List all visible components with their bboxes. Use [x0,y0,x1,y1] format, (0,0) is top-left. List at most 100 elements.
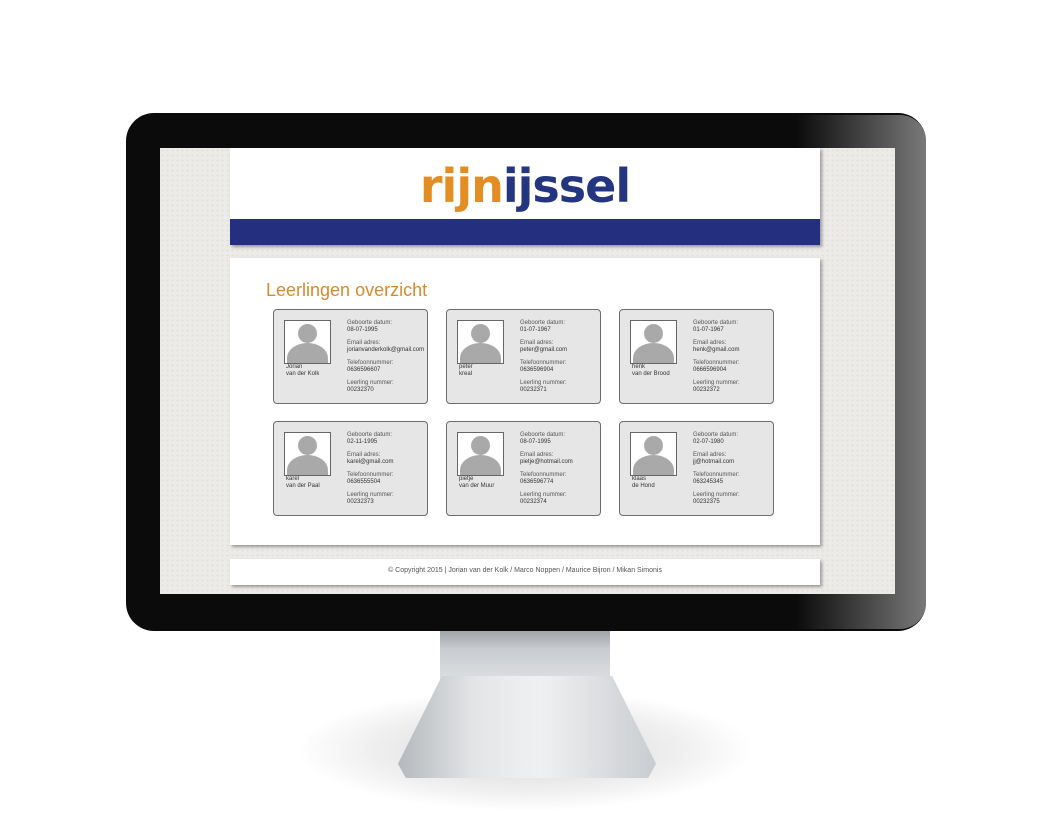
student-first-name: karel [286,476,300,482]
phone-value: 0636596904 [520,367,554,373]
birth-value: 02-07-1980 [693,439,724,445]
avatar-placeholder-icon [630,320,677,364]
avatar-head-shape [298,324,317,343]
student-last-name: van der Muur [459,483,495,489]
student-first-name: peter [459,364,473,370]
student-card[interactable]: karel van der Paal Geboorte datum: 02-11-19… [273,421,428,516]
email-value[interactable]: jj@hotmail.com [693,459,740,466]
site-logo[interactable]: rijnijssel [230,156,820,216]
student-details: Geboorte datum: 01-07-1967 Email adres: hen… [693,320,740,400]
avatar-head-shape [471,436,490,455]
student-details: Geboorte datum: 02-11-1995 Email adres: kar… [347,432,394,512]
phone-label: Telefoonnummer: [693,472,740,478]
student-last-name: van der Brood [632,371,670,377]
email-label: Email adres: [693,340,727,346]
phone-label: Telefoonnummer: [520,472,567,478]
avatar-placeholder-icon [457,432,504,476]
student-name: peter kreal [459,364,473,378]
student-details: Geboorte datum: 02-07-1980 Email adres: jj@… [693,432,740,512]
student-last-name: van der Kolk [286,371,320,377]
number-label: Leerling nummer: [347,492,394,498]
number-value: 00232372 [693,387,720,393]
number-label: Leerling nummer: [520,492,567,498]
number-value: 00232371 [520,387,547,393]
phone-label: Telefoonnummer: [693,360,740,366]
phone-value: 0636596607 [347,367,381,373]
student-last-name: de Hond [632,483,655,489]
email-value[interactable]: pietje@hotmail.com [520,459,573,466]
student-card[interactable]: peter kreal Geboorte datum: 01-07-1967 Email… [446,309,601,404]
monitor-stand-neck [440,628,610,680]
student-card[interactable]: henk van der Brood Geboorte datum: 01-07-19… [619,309,774,404]
email-label: Email adres: [347,452,381,458]
number-label: Leerling nummer: [693,492,740,498]
site-header: rijnijssel [230,148,820,245]
phone-label: Telefoonnummer: [347,360,394,366]
birth-label: Geboorte datum: [347,320,393,326]
student-details: Geboorte datum: 08-07-1995 Email adres: pie… [520,432,573,512]
phone-label: Telefoonnummer: [520,360,567,366]
phone-value: 0636555504 [347,479,381,485]
site-footer: © Copyright 2015 | Jorian van der Kolk /… [230,559,820,585]
number-label: Leerling nummer: [693,380,740,386]
birth-label: Geboorte datum: [347,432,393,438]
phone-value: 0636596774 [520,479,554,485]
logo-part-ijssel: ijssel [502,159,631,213]
phone-value: 0666596904 [693,367,727,373]
monitor-stand-base [398,676,656,778]
number-value: 00232373 [347,499,374,505]
avatar-body-shape [460,455,501,475]
avatar-body-shape [287,343,328,363]
footer-copyright: © Copyright 2015 | Jorian van der Kolk /… [388,567,662,574]
student-name: pietje van der Muur [459,476,494,490]
avatar-body-shape [633,455,674,475]
email-value[interactable]: jorianvanderkolk@gmail.com [347,347,424,354]
student-name: klaas de Hond [632,476,655,490]
number-value: 00232375 [693,499,720,505]
avatar-head-shape [471,324,490,343]
student-first-name: Jorian [286,364,303,370]
student-card[interactable]: pietje van der Muur Geboorte datum: 08-07-1… [446,421,601,516]
email-label: Email adres: [347,340,381,346]
student-card[interactable]: Jorian van der Kolk Geboorte datum: 08-07-1… [273,309,428,404]
main-content: Leerlingen overzicht Jorian van der Kolk G… [230,258,820,545]
phone-value: 063245345 [693,479,724,485]
birth-label: Geboorte datum: [693,432,739,438]
email-value[interactable]: henk@gmail.com [693,347,740,354]
number-label: Leerling nummer: [520,380,567,386]
student-first-name: henk [632,364,646,370]
email-label: Email adres: [520,452,554,458]
student-name: Jorian van der Kolk [286,364,319,378]
logo-part-rijn: rijn [419,159,504,213]
email-value[interactable]: peter@gmail.com [520,347,567,354]
student-first-name: pietje [459,476,474,482]
avatar-placeholder-icon [284,320,331,364]
number-value: 00232370 [347,387,374,393]
email-label: Email adres: [693,452,727,458]
birth-label: Geboorte datum: [520,320,566,326]
birth-value: 08-07-1995 [347,327,378,333]
birth-value: 08-07-1995 [520,439,551,445]
avatar-body-shape [460,343,501,363]
birth-label: Geboorte datum: [693,320,739,326]
avatar-placeholder-icon [457,320,504,364]
phone-label: Telefoonnummer: [347,472,394,478]
email-value[interactable]: karel@gmail.com [347,459,394,466]
student-last-name: kreal [459,371,473,377]
student-first-name: klaas [632,476,647,482]
student-last-name: van der Paal [286,483,320,489]
student-name: karel van der Paal [286,476,320,490]
avatar-body-shape [633,343,674,363]
student-details: Geboorte datum: 01-07-1967 Email adres: pet… [520,320,567,400]
email-label: Email adres: [520,340,554,346]
number-value: 00232374 [520,499,547,505]
student-details: Geboorte datum: 08-07-1995 Email adres: jor… [347,320,424,400]
student-card[interactable]: klaas de Hond Geboorte datum: 02-07-1980 Ema… [619,421,774,516]
avatar-head-shape [298,436,317,455]
birth-value: 01-07-1967 [520,327,551,333]
avatar-head-shape [644,436,663,455]
student-name: henk van der Brood [632,364,670,378]
birth-label: Geboorte datum: [520,432,566,438]
monitor-screen: rijnijssel Leerlingen overzicht Jorian va… [160,148,895,594]
avatar-placeholder-icon [630,432,677,476]
